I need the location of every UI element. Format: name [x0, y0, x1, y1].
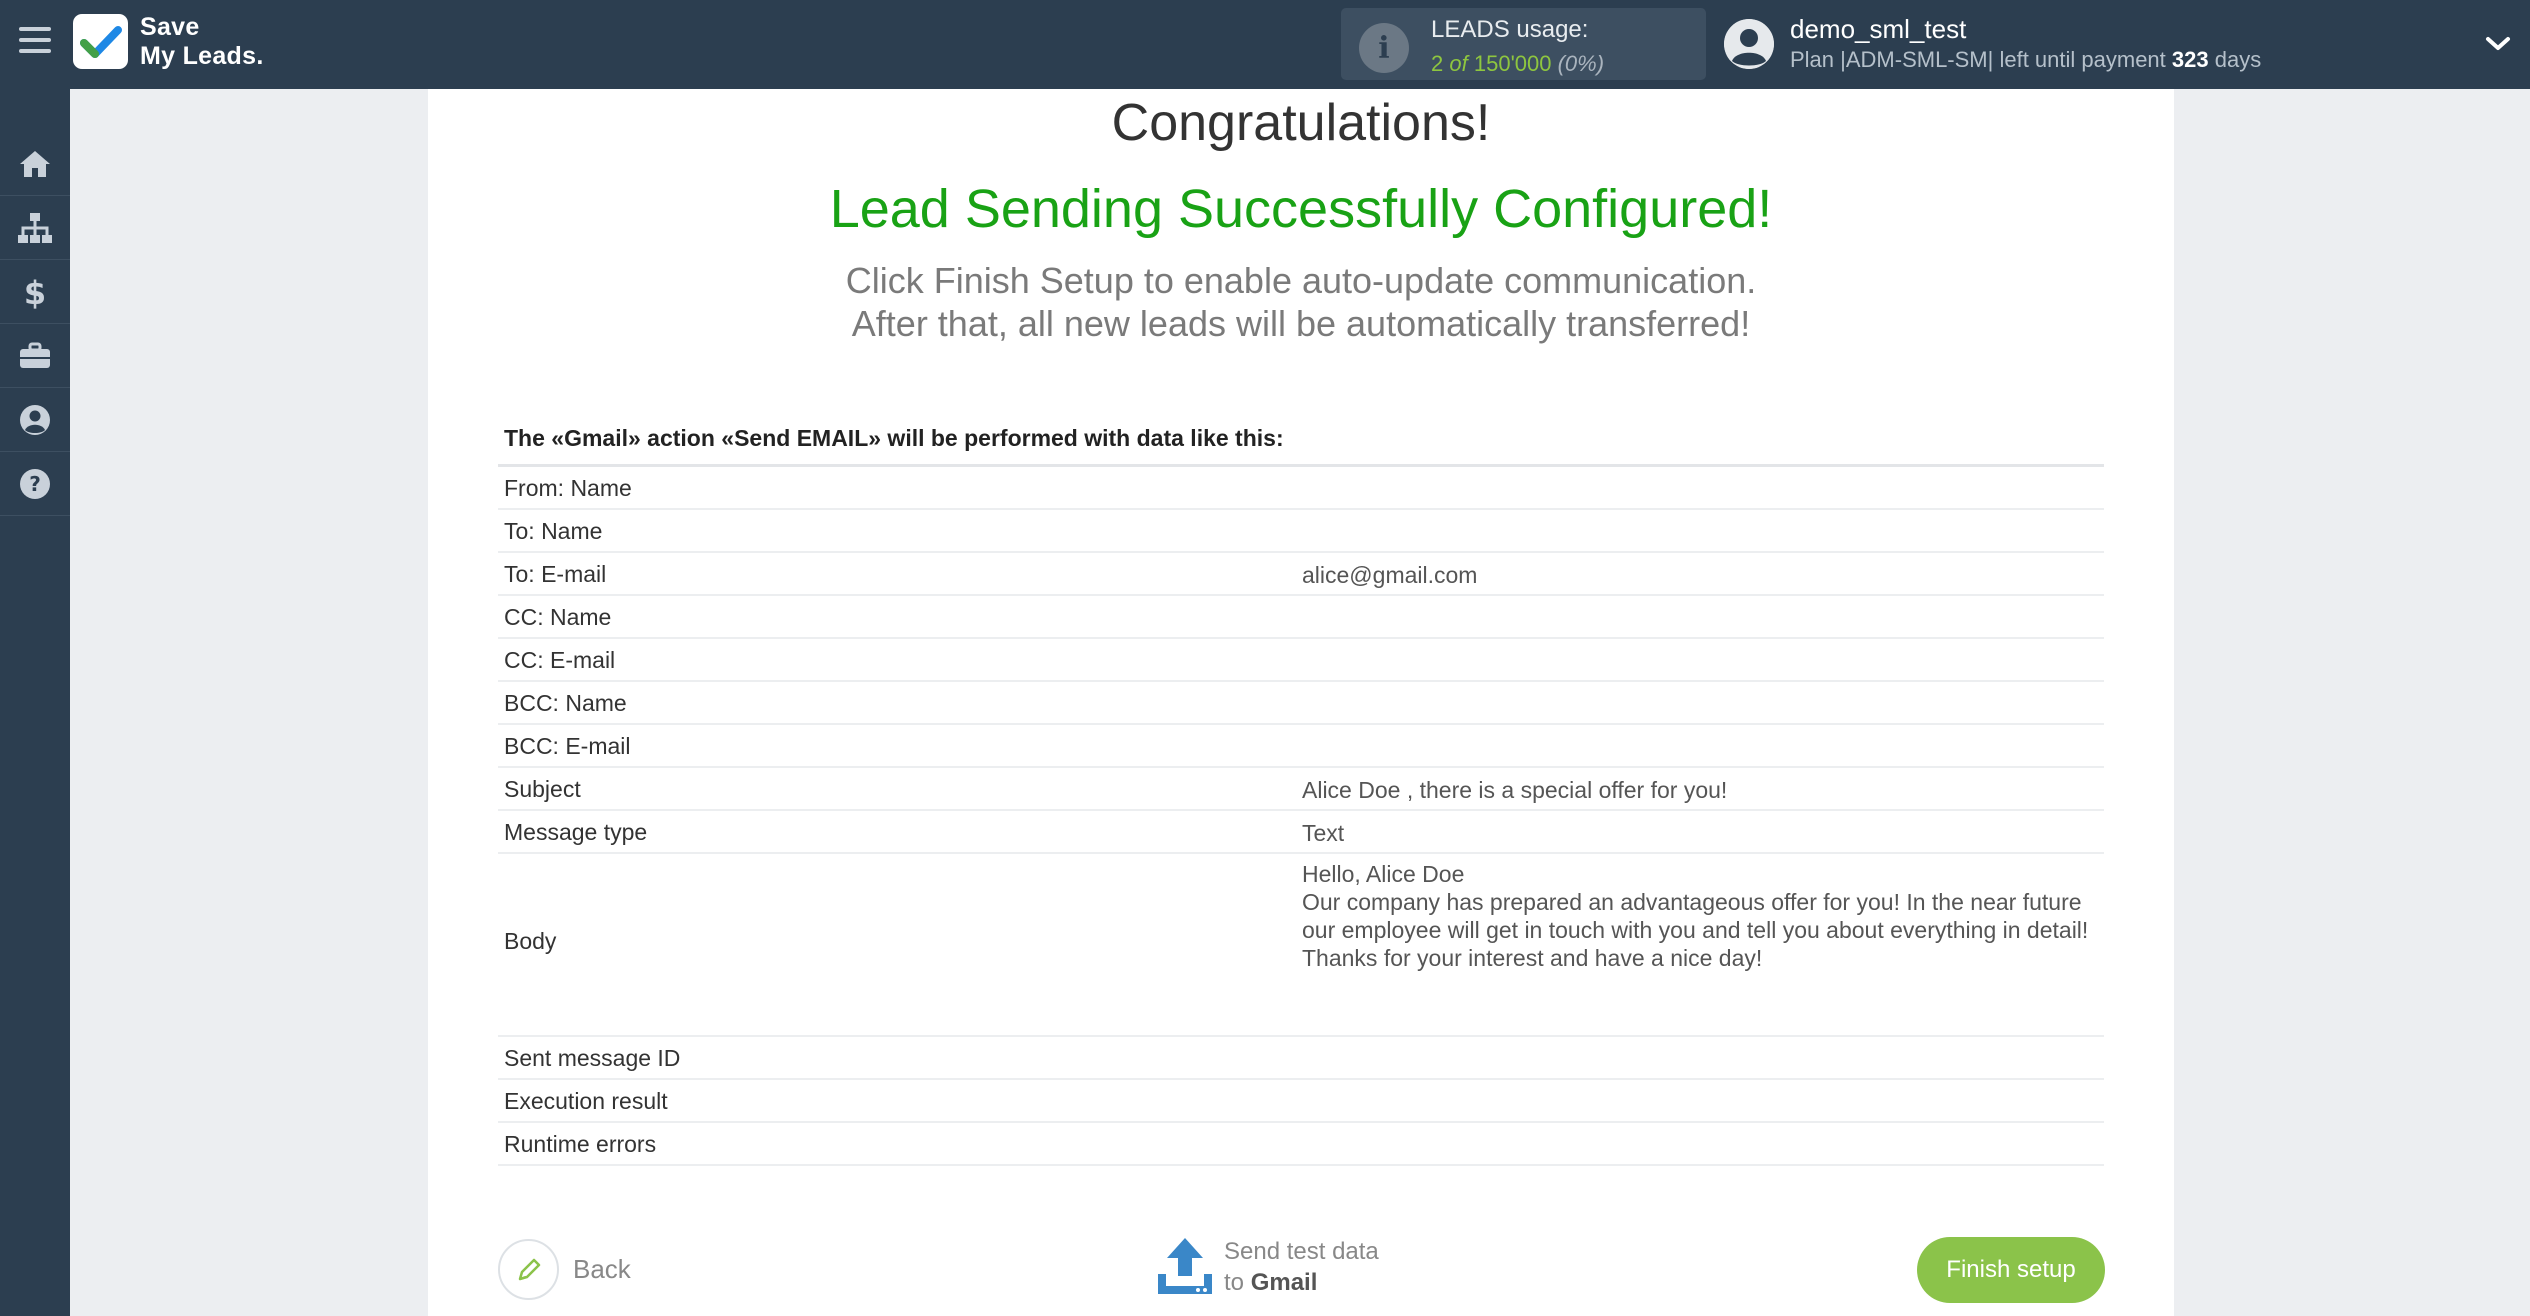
logo-text[interactable]: Save My Leads.	[140, 13, 264, 71]
row-key: Body	[504, 928, 557, 954]
usage-of: of	[1449, 51, 1468, 76]
row-key: Sent message ID	[504, 1045, 681, 1071]
row-key: Runtime errors	[504, 1131, 657, 1157]
sitemap-icon	[18, 212, 52, 243]
briefcase-icon	[20, 342, 50, 368]
user-name[interactable]: demo_sml_test	[1790, 14, 1966, 45]
sidebar-item-billing[interactable]: $	[0, 260, 70, 324]
row-value: Alice Doe , there is a special offer for…	[1302, 777, 1728, 803]
row-key: BCC: E-mail	[504, 733, 631, 759]
finish-setup-button[interactable]: Finish setup	[1917, 1237, 2105, 1303]
send-test-service: Gmail	[1250, 1269, 1318, 1296]
sidebar-item-account[interactable]	[0, 388, 70, 452]
body-line2: Our company has prepared an advantageous…	[1302, 889, 2089, 971]
usage-value: 2 of 150'000 (0%)	[1431, 51, 1604, 77]
logo-line1: Save	[140, 13, 200, 41]
top-bar: Save My Leads. i LEADS usage: 2 of 150'0…	[0, 0, 2530, 89]
table-row: Execution result	[498, 1080, 2104, 1123]
table-row: Subject Alice Doe , there is a special o…	[498, 768, 2104, 811]
row-key: CC: Name	[504, 604, 612, 630]
plan-days-left: 323	[2171, 47, 2209, 72]
send-test-line1: Send test data	[1224, 1238, 1379, 1265]
table-row: CC: E-mail	[498, 639, 2104, 682]
table-row: BCC: Name	[498, 682, 2104, 725]
svg-text:$: $	[24, 275, 46, 309]
sidebar-item-projects[interactable]	[0, 324, 70, 388]
send-test-to: to	[1224, 1269, 1245, 1296]
row-key: From: Name	[504, 475, 632, 501]
main-card: Congratulations! Lead Sending Successful…	[428, 89, 2174, 1316]
table-row-body: Body Hello, Alice Doe Our company has pr…	[498, 854, 2104, 1037]
table-row: Runtime errors	[498, 1123, 2104, 1166]
sidebar: $ ?	[0, 89, 70, 1316]
row-key: Message type	[504, 819, 648, 845]
table-row: To: E-mail alice@gmail.com	[498, 553, 2104, 596]
table-row: CC: Name	[498, 596, 2104, 639]
logo-line2: My Leads.	[140, 42, 264, 70]
back-label: Back	[573, 1254, 631, 1284]
plan-prefix: Plan |ADM-SML-SM| left until payment	[1790, 47, 2166, 72]
leads-usage-panel[interactable]: i LEADS usage: 2 of 150'000 (0%)	[1341, 8, 1706, 80]
pencil-icon	[498, 1239, 559, 1300]
home-icon	[20, 150, 50, 177]
plan-days-unit: days	[2214, 47, 2262, 72]
sidebar-item-help[interactable]: ?	[0, 452, 70, 516]
row-value-body: Hello, Alice Doe Our company has prepare…	[1302, 860, 2092, 972]
table-row: To: Name	[498, 510, 2104, 553]
usage-percent: (0%)	[1557, 51, 1605, 76]
chevron-down-icon[interactable]	[2484, 32, 2512, 54]
menu-icon[interactable]	[19, 27, 51, 57]
row-key: To: Name	[504, 518, 603, 544]
user-circle-icon	[20, 404, 50, 435]
row-key: To: E-mail	[504, 561, 607, 587]
dollar-icon: $	[24, 275, 46, 309]
table-row: From: Name	[498, 467, 2104, 510]
svg-text:?: ?	[29, 472, 41, 496]
user-plan: Plan |ADM-SML-SM| left until payment 323…	[1790, 47, 2261, 73]
row-key: Execution result	[504, 1088, 668, 1114]
info-line1: Click Finish Setup to enable auto-update…	[845, 260, 1757, 301]
success-heading: Lead Sending Successfully Configured!	[829, 179, 1773, 239]
send-test-data-button[interactable]: Send test data to Gmail	[1156, 1236, 1379, 1298]
row-value: Text	[1302, 820, 1345, 846]
info-text: Click Finish Setup to enable auto-update…	[428, 259, 2174, 345]
row-key: BCC: Name	[504, 690, 627, 716]
table-row: BCC: E-mail	[498, 725, 2104, 768]
row-key: Subject	[504, 776, 581, 802]
send-test-label: Send test data to Gmail	[1224, 1236, 1379, 1298]
row-value: alice@gmail.com	[1302, 562, 1478, 588]
row-key: CC: E-mail	[504, 647, 616, 673]
info-icon: i	[1359, 23, 1409, 73]
logo-icon[interactable]	[73, 14, 128, 69]
usage-used: 2	[1431, 51, 1444, 76]
table-row: Message type Text	[498, 811, 2104, 854]
info-line2: After that, all new leads will be automa…	[851, 303, 1751, 344]
upload-icon	[1158, 1238, 1212, 1294]
congrats-heading: Congratulations!	[1111, 94, 1491, 152]
sidebar-item-connections[interactable]	[0, 196, 70, 260]
usage-title: LEADS usage:	[1431, 16, 1589, 43]
usage-total: 150'000	[1473, 51, 1552, 76]
table-title: The «Gmail» action «Send EMAIL» will be …	[504, 425, 1284, 451]
table-row: Sent message ID	[498, 1037, 2104, 1080]
back-button[interactable]: Back	[498, 1239, 631, 1300]
body-line1: Hello, Alice Doe	[1302, 861, 1465, 887]
avatar-icon[interactable]	[1724, 19, 1774, 69]
sidebar-item-home[interactable]	[0, 132, 70, 196]
data-table: From: Name To: Name To: E-mail alice@gma…	[498, 464, 2104, 1166]
help-icon: ?	[20, 468, 50, 499]
